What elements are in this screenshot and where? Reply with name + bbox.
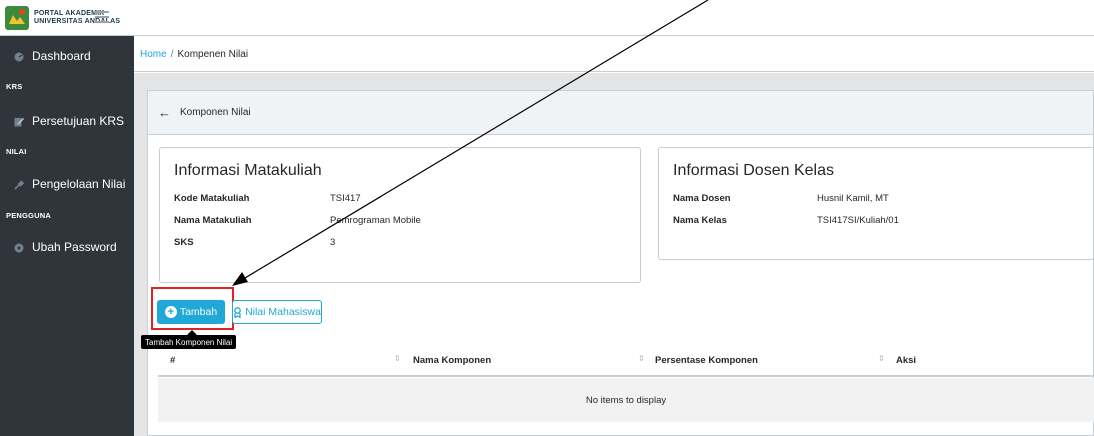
annotation-arrow: [232, 0, 709, 286]
